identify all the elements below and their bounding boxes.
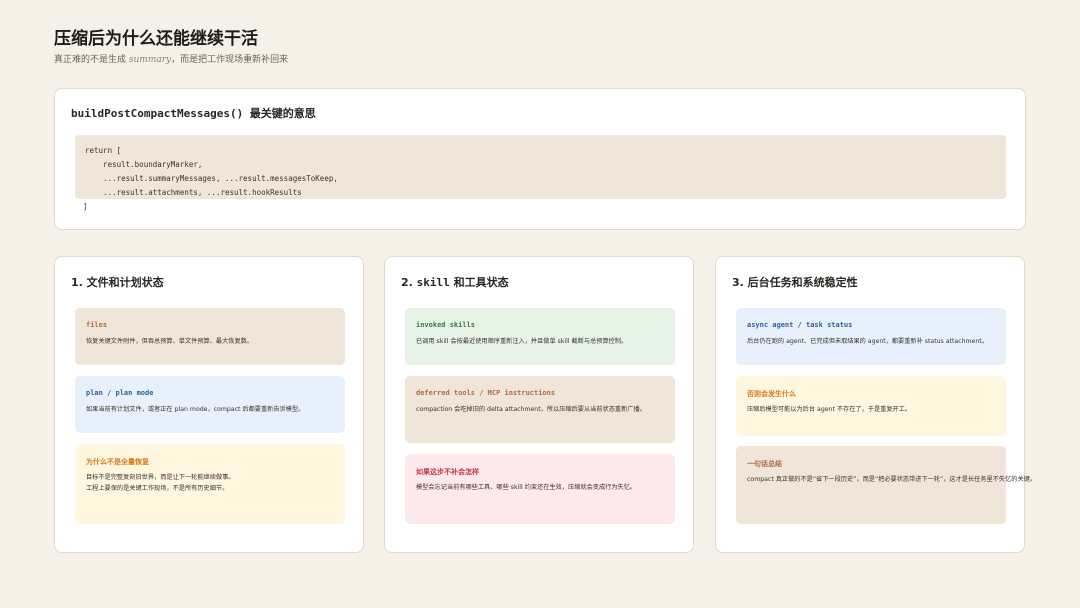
column-title-num: 3. [732, 276, 748, 289]
code-panel: buildPostCompactMessages() 最关键的意思 return… [54, 88, 1026, 230]
card-key: 如果这步不补会怎样 [416, 468, 479, 476]
code-line: ...result.attachments, ...result.hookRes… [85, 188, 302, 197]
card-why-not-full: 为什么不是全量恢复 目标不是完整复刻旧世界，而是让下一轮能继续做事。 工程上要保的… [75, 444, 345, 524]
code-line: ...result.summaryMessages, ...result.mes… [85, 174, 338, 183]
card-key: 为什么不是全量恢复 [86, 458, 149, 466]
card-desc: 已调用 skill 会按最近使用顺序重新注入，并且做单 skill 截断与总预算… [416, 338, 628, 345]
column-title-num: 2. [401, 276, 417, 289]
subtitle-post: ，而是把工作现场重新补回来 [171, 55, 289, 65]
card-desc-line: 工程上要保的是关键工作现场，不是所有历史细节。 [86, 485, 229, 492]
code-line: return [ [85, 146, 122, 155]
card-desc: 模型会忘记当前有哪些工具、哪些 skill 约束还在生效，压缩就会变成行为失忆。 [416, 484, 637, 491]
page-title: 压缩后为什么还能继续干活 [54, 29, 258, 49]
code-panel-title: buildPostCompactMessages() 最关键的意思 [71, 107, 316, 120]
card-desc: 如果当前有计划文件，或者正在 plan mode，compact 后都要重新告诉… [86, 406, 305, 413]
column-background-tasks: 3. 后台任务和系统稳定性 async agent / task status … [715, 256, 1036, 553]
card-if-skipped: 如果这步不补会怎样 模型会忘记当前有哪些工具、哪些 skill 约束还在生效，压… [405, 454, 675, 524]
column-title-text: 文件和计划状态 [86, 276, 164, 289]
card-key: invoked skills [416, 321, 476, 329]
card-key: files [86, 321, 108, 329]
card-desc: 目标不是完整复刻旧世界，而是让下一轮能继续做事。 工程上要保的是关键工作现场，不是… [86, 472, 235, 494]
column-files-plan: 1. 文件和计划状态 files 恢复关键文件附件，但吞总预算、单文件预算、最大… [54, 256, 364, 553]
card-desc-line: 目标不是完整复刻旧世界，而是让下一轮能继续做事。 [86, 474, 235, 481]
column-title-text: 和工具状态 [449, 276, 509, 289]
card-async-agent: async agent / task status 后台仍在跑的 agent、已… [736, 308, 1006, 365]
card-key: plan / plan mode [86, 389, 154, 397]
page-subtitle: 真正难的不是生成 summary，而是把工作现场重新补回来 [54, 52, 288, 65]
card-files: files 恢复关键文件附件，但吞总预算、单文件预算、最大恢复数。 [75, 308, 345, 365]
column-title: 2. skill 和工具状态 [401, 274, 509, 290]
code-block: return [ result.boundaryMarker, ...resul… [75, 135, 1006, 199]
column-skill-tools: 2. skill 和工具状态 invoked skills 已调用 skill … [384, 256, 694, 553]
card-desc: 恢复关键文件附件，但吞总预算、单文件预算、最大恢复数。 [86, 338, 254, 345]
card-desc: compaction 会吃掉旧的 delta attachment，所以压缩后要… [416, 406, 646, 413]
card-deferred-tools: deferred tools / MCP instructions compac… [405, 376, 675, 443]
column-title-text: 后台任务和系统稳定性 [747, 276, 858, 289]
code-line: ] [83, 202, 88, 211]
card-plan-mode: plan / plan mode 如果当前有计划文件，或者正在 plan mod… [75, 376, 345, 433]
subtitle-pre: 真正难的不是生成 [54, 55, 129, 65]
column-title-num: 1. [71, 276, 87, 289]
card-desc: compact 真正做的不是“省下一段历史”，而是“把必要状态带进下一轮”，这才… [747, 476, 1037, 483]
card-desc: 压缩后模型可能以为后台 agent 不存在了，于是重复开工。 [747, 406, 912, 413]
card-key: 否则会发生什么 [747, 390, 796, 398]
card-key: deferred tools / MCP instructions [416, 389, 556, 397]
code-line: result.boundaryMarker, [85, 160, 203, 169]
card-otherwise: 否则会发生什么 压缩后模型可能以为后台 agent 不存在了，于是重复开工。 [736, 376, 1006, 436]
card-key: async agent / task status [747, 321, 853, 329]
card-desc: 后台仍在跑的 agent、已完成但未取结果的 agent，都要重新补 statu… [747, 338, 988, 345]
card-key: 一句话总结 [747, 460, 782, 468]
column-title: 3. 后台任务和系统稳定性 [732, 274, 858, 290]
card-summary: 一句话总结 compact 真正做的不是“省下一段历史”，而是“把必要状态带进下… [736, 446, 1036, 524]
subtitle-em: summary [128, 55, 172, 65]
card-invoked-skills: invoked skills 已调用 skill 会按最近使用顺序重新注入，并且… [405, 308, 675, 365]
column-title-mono: skill [416, 276, 450, 289]
column-title: 1. 文件和计划状态 [71, 274, 164, 290]
